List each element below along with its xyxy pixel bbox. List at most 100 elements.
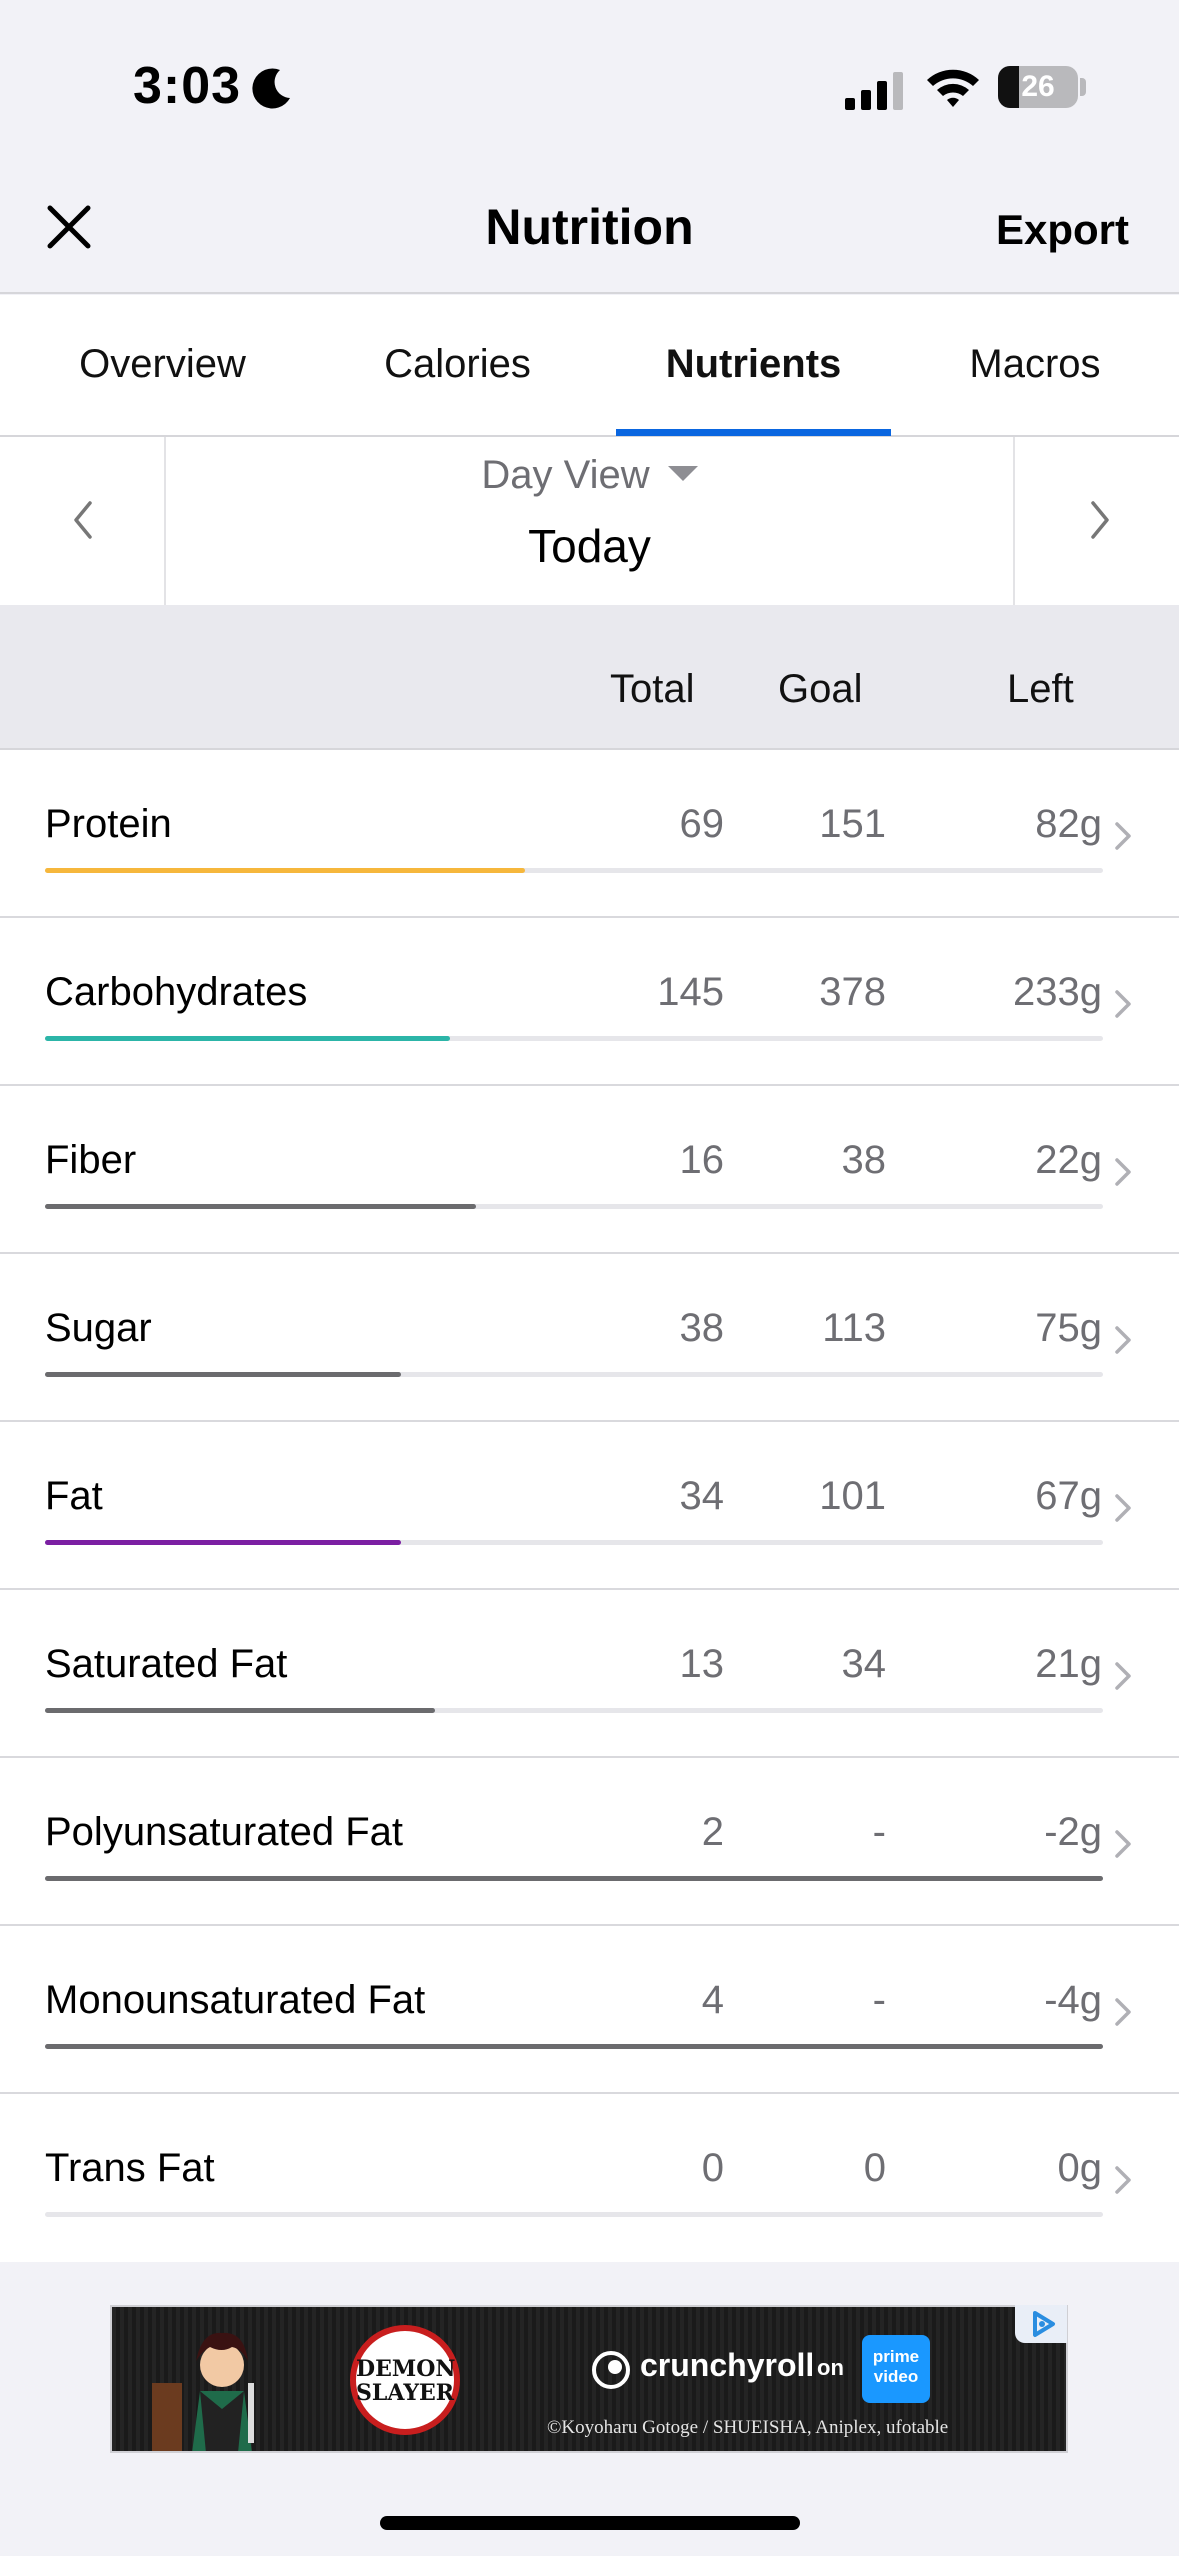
chevron-right-icon — [1091, 501, 1109, 539]
ad-on-text: on — [817, 2355, 844, 2380]
crunchyroll-logo-icon — [592, 2351, 630, 2389]
progress-track — [45, 2044, 1103, 2049]
chevron-right-icon — [1115, 1326, 1131, 1354]
progress-fill — [45, 1372, 402, 1377]
nutrient-left: 233g — [1013, 970, 1102, 1014]
date-label: Today — [528, 520, 651, 572]
nutrient-row[interactable]: Monounsaturated Fat 4 - -4g — [0, 1926, 1179, 2094]
progress-fill — [45, 1540, 402, 1545]
nutrient-left: 0g — [1057, 2146, 1103, 2190]
wifi-icon — [927, 69, 979, 107]
status-time: 3:03 — [133, 57, 242, 115]
progress-fill — [45, 1708, 436, 1713]
progress-track — [45, 1036, 1103, 1041]
battery-tip — [1080, 78, 1086, 96]
progress-track — [45, 868, 1103, 873]
nutrient-left: 82g — [1035, 802, 1102, 846]
nutrient-name: Protein — [45, 802, 172, 846]
battery-icon: 26 — [998, 66, 1078, 108]
demon-slayer-logo-text: DEMON SLAYER — [356, 2356, 456, 2406]
progress-fill — [45, 1036, 450, 1041]
progress-track — [45, 1708, 1103, 1713]
home-indicator — [380, 2516, 800, 2530]
battery-percent: 26 — [1021, 70, 1055, 103]
ad-credit: ©Koyoharu Gotoge / SHUEISHA, Aniplex, uf… — [547, 2417, 949, 2438]
nutrient-name: Monounsaturated Fat — [45, 1978, 426, 2022]
nutrient-total: 34 — [679, 1474, 725, 1518]
status-bar: 3:03 26 — [0, 0, 1179, 170]
progress-fill — [45, 868, 525, 873]
demon-slayer-logo: DEMON SLAYER — [350, 2325, 460, 2435]
progress-fill — [45, 1876, 1103, 1881]
nutrient-total: 13 — [679, 1642, 725, 1686]
nutrient-total: 4 — [701, 1978, 724, 2022]
nutrient-name: Sugar — [45, 1306, 152, 1350]
nutrient-row[interactable]: Trans Fat 0 0 0g — [0, 2094, 1179, 2262]
chevron-right-icon — [1115, 822, 1131, 850]
nutrient-goal: - — [872, 1978, 886, 2022]
tab-bar: Overview Calories Nutrients Macros — [0, 295, 1179, 437]
chevron-right-icon — [1115, 1662, 1131, 1690]
nutrient-row[interactable]: Polyunsaturated Fat 2 - -2g — [0, 1758, 1179, 1926]
nutrient-row[interactable]: Protein 69 151 82g — [0, 750, 1179, 918]
nutrient-left: -2g — [1044, 1810, 1102, 1854]
nutrient-total: 2 — [701, 1810, 724, 1854]
chevron-right-icon — [1115, 1158, 1131, 1186]
nutrient-row[interactable]: Fiber 16 38 22g — [0, 1086, 1179, 1254]
progress-track — [45, 1204, 1103, 1209]
nutrient-total: 0 — [701, 2146, 724, 2190]
chevron-right-icon — [1115, 1830, 1131, 1858]
progress-track — [45, 2212, 1103, 2217]
nutrient-total: 69 — [679, 802, 725, 846]
caret-down-icon — [667, 465, 698, 481]
nutrient-left: 75g — [1035, 1306, 1102, 1350]
ad-banner[interactable]: DEMON SLAYER crunchyroll on prime video ©… — [110, 2305, 1068, 2453]
nutrient-row[interactable]: Fat 34 101 67g — [0, 1422, 1179, 1590]
nutrient-goal: 0 — [863, 2146, 886, 2190]
nutrient-row[interactable]: Carbohydrates 145 378 233g — [0, 918, 1179, 1086]
column-left: Left — [1007, 667, 1074, 711]
anime-character-illustration — [152, 2332, 254, 2451]
nutrient-left: 67g — [1035, 1474, 1102, 1518]
nutrient-row[interactable]: Saturated Fat 13 34 21g — [0, 1590, 1179, 1758]
nutrient-list: Protein 69 151 82g Carbohydrates 145 378 233g Fi… — [0, 750, 1179, 2262]
adchoices-icon[interactable] — [1015, 2305, 1067, 2343]
tab-overview[interactable]: Overview — [40, 295, 285, 437]
active-tab-indicator — [616, 429, 891, 436]
tab-macros[interactable]: Macros — [925, 295, 1145, 437]
progress-fill — [45, 1204, 477, 1209]
view-mode-label: Day View — [481, 453, 650, 497]
tab-calories[interactable]: Calories — [335, 295, 580, 437]
prime-video-logo: prime video — [862, 2335, 930, 2403]
nutrient-goal: 113 — [822, 1306, 886, 1350]
nutrient-goal: 34 — [841, 1642, 887, 1686]
column-header: Total Goal Left — [0, 605, 1179, 750]
progress-track — [45, 1876, 1103, 1881]
close-icon[interactable] — [40, 198, 98, 256]
progress-track — [45, 1372, 1103, 1377]
nutrient-goal: 151 — [819, 802, 886, 846]
nav-bar: Nutrition Export — [0, 170, 1179, 294]
column-goal: Goal — [778, 667, 863, 711]
nutrient-left: 22g — [1035, 1138, 1102, 1182]
nutrient-name: Fiber — [45, 1138, 137, 1182]
chevron-right-icon — [1115, 1998, 1131, 2026]
crunchyroll-wordmark: crunchyroll — [640, 2347, 815, 2383]
nutrient-name: Saturated Fat — [45, 1642, 288, 1686]
nutrient-goal: 378 — [819, 970, 886, 1014]
nutrient-goal: - — [872, 1810, 886, 1854]
nutrient-goal: 101 — [819, 1474, 886, 1518]
moon-icon — [252, 68, 290, 109]
tab-nutrients[interactable]: Nutrients — [616, 295, 891, 437]
view-mode-select[interactable]: Day View — [0, 453, 1179, 498]
export-button[interactable]: Export — [996, 206, 1129, 254]
nutrient-total: 16 — [679, 1138, 725, 1182]
nutrient-name: Polyunsaturated Fat — [45, 1810, 403, 1854]
progress-fill — [45, 2044, 1103, 2049]
chevron-right-icon — [1115, 1494, 1131, 1522]
nutrient-row[interactable]: Sugar 38 113 75g — [0, 1254, 1179, 1422]
chevron-right-icon — [1115, 2166, 1131, 2194]
column-total: Total — [610, 667, 695, 711]
next-day-button[interactable] — [1013, 437, 1179, 605]
cellular-signal-icon — [845, 72, 903, 110]
